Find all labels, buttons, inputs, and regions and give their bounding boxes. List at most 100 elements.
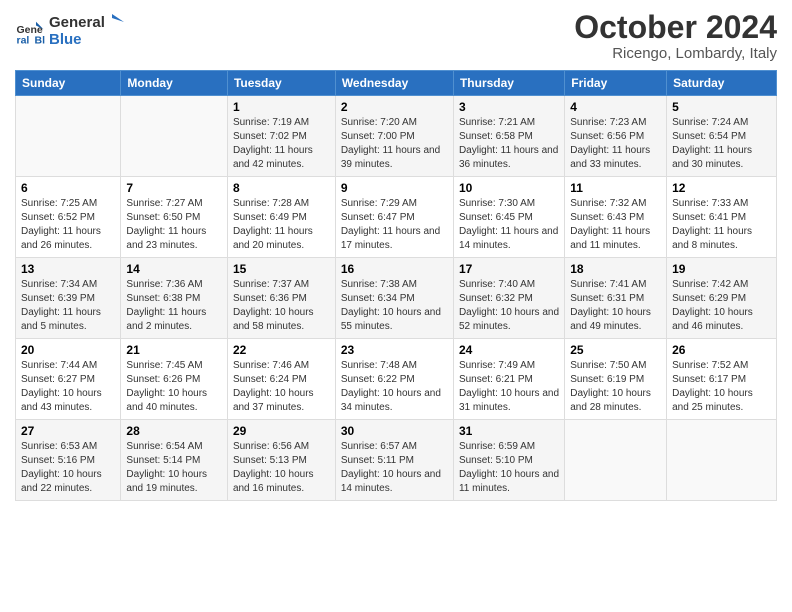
sunset-text: Sunset: 5:10 PM xyxy=(459,455,533,466)
cell-5-4: 30 Sunrise: 6:57 AM Sunset: 5:11 PM Dayl… xyxy=(335,420,453,501)
daylight-text: Daylight: 10 hours and 14 minutes. xyxy=(341,469,441,494)
day-number: 15 xyxy=(233,262,330,276)
cell-5-5: 31 Sunrise: 6:59 AM Sunset: 5:10 PM Dayl… xyxy=(453,420,564,501)
calendar-subtitle: Ricengo, Lombardy, Italy xyxy=(574,45,777,62)
cell-2-6: 11 Sunrise: 7:32 AM Sunset: 6:43 PM Dayl… xyxy=(565,177,667,258)
day-number: 4 xyxy=(570,100,661,114)
day-info: Sunrise: 7:48 AM Sunset: 6:22 PM Dayligh… xyxy=(341,359,448,415)
day-info: Sunrise: 7:46 AM Sunset: 6:24 PM Dayligh… xyxy=(233,359,330,415)
svg-text:General: General xyxy=(49,14,105,31)
sunrise-text: Sunrise: 7:52 AM xyxy=(672,360,748,371)
sunrise-text: Sunrise: 7:33 AM xyxy=(672,198,748,209)
sunrise-text: Sunrise: 7:20 AM xyxy=(341,117,417,128)
sunrise-text: Sunrise: 7:37 AM xyxy=(233,279,309,290)
sunset-text: Sunset: 6:22 PM xyxy=(341,374,415,385)
day-info: Sunrise: 7:19 AM Sunset: 7:02 PM Dayligh… xyxy=(233,116,330,172)
cell-5-1: 27 Sunrise: 6:53 AM Sunset: 5:16 PM Dayl… xyxy=(16,420,121,501)
daylight-text: Daylight: 10 hours and 22 minutes. xyxy=(21,469,102,494)
daylight-text: Daylight: 10 hours and 25 minutes. xyxy=(672,388,753,413)
sunrise-text: Sunrise: 7:44 AM xyxy=(21,360,97,371)
day-info: Sunrise: 7:49 AM Sunset: 6:21 PM Dayligh… xyxy=(459,359,559,415)
sunset-text: Sunset: 6:43 PM xyxy=(570,212,644,223)
sunset-text: Sunset: 6:31 PM xyxy=(570,293,644,304)
sunset-text: Sunset: 5:13 PM xyxy=(233,455,307,466)
day-info: Sunrise: 7:34 AM Sunset: 6:39 PM Dayligh… xyxy=(21,278,115,334)
sunset-text: Sunset: 7:02 PM xyxy=(233,131,307,142)
day-info: Sunrise: 7:52 AM Sunset: 6:17 PM Dayligh… xyxy=(672,359,771,415)
day-number: 23 xyxy=(341,343,448,357)
sunset-text: Sunset: 5:14 PM xyxy=(126,455,200,466)
daylight-text: Daylight: 10 hours and 55 minutes. xyxy=(341,307,441,332)
cell-3-5: 17 Sunrise: 7:40 AM Sunset: 6:32 PM Dayl… xyxy=(453,258,564,339)
day-number: 27 xyxy=(21,424,115,438)
daylight-text: Daylight: 11 hours and 42 minutes. xyxy=(233,145,313,170)
daylight-text: Daylight: 10 hours and 31 minutes. xyxy=(459,388,559,413)
sunrise-text: Sunrise: 7:42 AM xyxy=(672,279,748,290)
day-number: 11 xyxy=(570,181,661,195)
day-info: Sunrise: 7:25 AM Sunset: 6:52 PM Dayligh… xyxy=(21,197,115,253)
daylight-text: Daylight: 10 hours and 34 minutes. xyxy=(341,388,441,413)
daylight-text: Daylight: 11 hours and 39 minutes. xyxy=(341,145,440,170)
daylight-text: Daylight: 11 hours and 17 minutes. xyxy=(341,226,440,251)
day-info: Sunrise: 7:20 AM Sunset: 7:00 PM Dayligh… xyxy=(341,116,448,172)
day-info: Sunrise: 6:57 AM Sunset: 5:11 PM Dayligh… xyxy=(341,440,448,496)
daylight-text: Daylight: 11 hours and 23 minutes. xyxy=(126,226,206,251)
day-info: Sunrise: 7:23 AM Sunset: 6:56 PM Dayligh… xyxy=(570,116,661,172)
cell-4-7: 26 Sunrise: 7:52 AM Sunset: 6:17 PM Dayl… xyxy=(667,339,777,420)
day-info: Sunrise: 6:54 AM Sunset: 5:14 PM Dayligh… xyxy=(126,440,222,496)
sunrise-text: Sunrise: 6:56 AM xyxy=(233,441,309,452)
daylight-text: Daylight: 11 hours and 33 minutes. xyxy=(570,145,650,170)
header-monday: Monday xyxy=(121,71,228,96)
cell-1-7: 5 Sunrise: 7:24 AM Sunset: 6:54 PM Dayli… xyxy=(667,96,777,177)
logo-icon: Gene ral Blue xyxy=(15,18,45,48)
sunset-text: Sunset: 6:56 PM xyxy=(570,131,644,142)
daylight-text: Daylight: 10 hours and 43 minutes. xyxy=(21,388,102,413)
sunset-text: Sunset: 5:16 PM xyxy=(21,455,95,466)
daylight-text: Daylight: 10 hours and 52 minutes. xyxy=(459,307,559,332)
sunrise-text: Sunrise: 7:29 AM xyxy=(341,198,417,209)
main-container: Gene ral Blue General Blue October 2024 … xyxy=(0,0,792,511)
day-info: Sunrise: 6:56 AM Sunset: 5:13 PM Dayligh… xyxy=(233,440,330,496)
daylight-text: Daylight: 10 hours and 16 minutes. xyxy=(233,469,314,494)
day-info: Sunrise: 7:36 AM Sunset: 6:38 PM Dayligh… xyxy=(126,278,222,334)
sunset-text: Sunset: 5:11 PM xyxy=(341,455,414,466)
cell-2-4: 9 Sunrise: 7:29 AM Sunset: 6:47 PM Dayli… xyxy=(335,177,453,258)
day-info: Sunrise: 7:28 AM Sunset: 6:49 PM Dayligh… xyxy=(233,197,330,253)
sunrise-text: Sunrise: 6:54 AM xyxy=(126,441,202,452)
sunset-text: Sunset: 6:47 PM xyxy=(341,212,415,223)
cell-3-3: 15 Sunrise: 7:37 AM Sunset: 6:36 PM Dayl… xyxy=(227,258,335,339)
sunrise-text: Sunrise: 7:23 AM xyxy=(570,117,646,128)
day-info: Sunrise: 7:38 AM Sunset: 6:34 PM Dayligh… xyxy=(341,278,448,334)
header-thursday: Thursday xyxy=(453,71,564,96)
cell-3-1: 13 Sunrise: 7:34 AM Sunset: 6:39 PM Dayl… xyxy=(16,258,121,339)
sunset-text: Sunset: 6:19 PM xyxy=(570,374,644,385)
sunrise-text: Sunrise: 7:30 AM xyxy=(459,198,535,209)
day-info: Sunrise: 7:27 AM Sunset: 6:50 PM Dayligh… xyxy=(126,197,222,253)
sunrise-text: Sunrise: 7:28 AM xyxy=(233,198,309,209)
day-number: 31 xyxy=(459,424,559,438)
sunset-text: Sunset: 6:36 PM xyxy=(233,293,307,304)
header-row: Sunday Monday Tuesday Wednesday Thursday… xyxy=(16,71,777,96)
day-number: 17 xyxy=(459,262,559,276)
sunrise-text: Sunrise: 7:46 AM xyxy=(233,360,309,371)
svg-text:Blue: Blue xyxy=(35,34,46,46)
sunset-text: Sunset: 6:50 PM xyxy=(126,212,200,223)
cell-1-6: 4 Sunrise: 7:23 AM Sunset: 6:56 PM Dayli… xyxy=(565,96,667,177)
week-row-4: 20 Sunrise: 7:44 AM Sunset: 6:27 PM Dayl… xyxy=(16,339,777,420)
logo: Gene ral Blue General Blue xyxy=(15,10,129,55)
sunset-text: Sunset: 6:45 PM xyxy=(459,212,533,223)
day-number: 24 xyxy=(459,343,559,357)
day-number: 22 xyxy=(233,343,330,357)
logo-text-block: General Blue xyxy=(49,10,129,55)
day-number: 14 xyxy=(126,262,222,276)
day-number: 19 xyxy=(672,262,771,276)
sunset-text: Sunset: 6:32 PM xyxy=(459,293,533,304)
day-number: 2 xyxy=(341,100,448,114)
day-number: 3 xyxy=(459,100,559,114)
sunset-text: Sunset: 6:58 PM xyxy=(459,131,533,142)
sunrise-text: Sunrise: 7:24 AM xyxy=(672,117,748,128)
cell-3-7: 19 Sunrise: 7:42 AM Sunset: 6:29 PM Dayl… xyxy=(667,258,777,339)
cell-1-1 xyxy=(16,96,121,177)
header-saturday: Saturday xyxy=(667,71,777,96)
header-friday: Friday xyxy=(565,71,667,96)
